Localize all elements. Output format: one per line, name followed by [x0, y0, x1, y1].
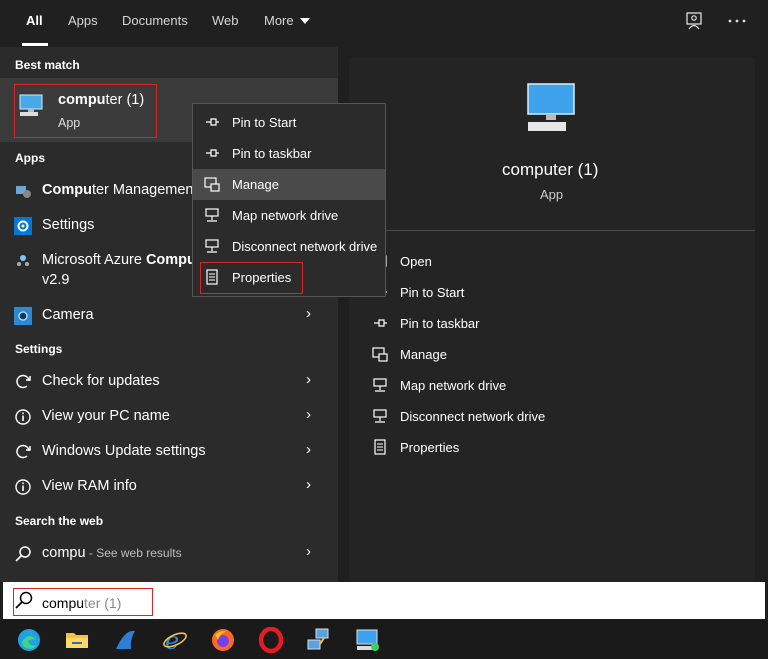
action-map-drive[interactable]: Map network drive	[400, 378, 506, 393]
refresh-icon	[16, 444, 31, 459]
internet-explorer-icon[interactable]: e	[162, 627, 188, 653]
network-drive-icon	[205, 208, 219, 222]
setting-view-ram[interactable]: View RAM info	[42, 478, 137, 494]
web-search-result[interactable]: compu - See web results	[42, 545, 182, 561]
tab-documents[interactable]: Documents	[122, 13, 188, 28]
properties-icon	[374, 439, 386, 455]
manage-icon	[204, 177, 220, 192]
pin-icon	[206, 149, 219, 157]
chevron-right-icon[interactable]: ›	[306, 476, 311, 493]
firefox-icon[interactable]	[210, 627, 236, 653]
chevron-right-icon[interactable]: ›	[306, 543, 311, 560]
more-options-icon[interactable]	[726, 10, 748, 32]
search-tabs-bar	[0, 0, 768, 47]
action-open[interactable]: Open	[400, 254, 432, 269]
chevron-right-icon[interactable]: ›	[306, 371, 311, 388]
action-disconnect-drive[interactable]: Disconnect network drive	[400, 409, 545, 424]
shark-app-icon[interactable]	[113, 627, 139, 653]
highlight-best-match	[14, 84, 157, 138]
tab-more[interactable]: More	[264, 13, 311, 28]
tab-more-label: More	[264, 13, 294, 28]
highlight-search	[13, 588, 153, 616]
search-icon	[15, 546, 31, 562]
action-manage[interactable]: Manage	[400, 347, 447, 362]
settings-gear-icon	[14, 217, 32, 235]
computer-app-icon[interactable]	[355, 627, 381, 653]
menu-pin-start[interactable]: Pin to Start	[232, 115, 296, 130]
computer-management-icon	[16, 186, 31, 198]
file-explorer-icon[interactable]	[64, 627, 90, 653]
chevron-right-icon[interactable]: ›	[306, 406, 311, 423]
menu-manage[interactable]: Manage	[232, 177, 279, 192]
context-menu-hover	[193, 169, 385, 200]
menu-disconnect-drive[interactable]: Disconnect network drive	[232, 239, 377, 254]
pin-icon	[206, 118, 219, 126]
azure-icon	[17, 255, 29, 266]
pin-icon	[374, 319, 387, 327]
settings-heading: Settings	[15, 342, 63, 356]
network-app-icon[interactable]	[306, 627, 332, 653]
best-match-heading: Best match	[15, 58, 80, 72]
info-icon	[15, 479, 31, 495]
tab-all[interactable]: All	[26, 13, 43, 28]
computer-monitor-icon	[527, 83, 575, 131]
app-azure[interactable]: Microsoft Azure Compu	[42, 252, 196, 268]
search-web-heading: Search the web	[15, 514, 104, 528]
preview-subtitle: App	[540, 187, 564, 202]
preview-divider	[349, 230, 755, 231]
app-computer-management[interactable]: Computer Management	[42, 182, 198, 198]
app-settings[interactable]: Settings	[42, 217, 94, 233]
network-drive-icon	[373, 409, 387, 423]
action-properties[interactable]: Properties	[400, 440, 459, 455]
action-pin-start[interactable]: Pin to Start	[400, 285, 464, 300]
opera-icon[interactable]	[258, 627, 284, 653]
highlight-properties	[200, 262, 303, 294]
menu-pin-taskbar[interactable]: Pin to taskbar	[232, 146, 312, 161]
menu-map-drive[interactable]: Map network drive	[232, 208, 338, 223]
apps-heading: Apps	[15, 151, 45, 165]
setting-check-updates[interactable]: Check for updates	[42, 373, 160, 389]
info-icon	[15, 409, 31, 425]
network-drive-icon	[205, 239, 219, 253]
app-azure-version: v2.9	[42, 272, 70, 288]
preview-title: computer (1)	[502, 160, 599, 179]
setting-windows-update[interactable]: Windows Update settings	[42, 443, 206, 459]
camera-icon	[14, 307, 32, 325]
tab-web[interactable]: Web	[212, 13, 239, 28]
active-tab-indicator	[22, 43, 48, 46]
network-drive-icon	[373, 378, 387, 392]
chevron-right-icon[interactable]: ›	[306, 441, 311, 458]
refresh-icon	[16, 374, 31, 389]
tab-apps[interactable]: Apps	[68, 13, 98, 28]
edge-icon[interactable]	[16, 627, 42, 653]
manage-icon	[372, 347, 388, 362]
app-camera[interactable]: Camera	[42, 307, 94, 323]
setting-view-pc-name[interactable]: View your PC name	[42, 408, 170, 424]
action-pin-taskbar[interactable]: Pin to taskbar	[400, 316, 480, 331]
feedback-icon[interactable]	[684, 10, 706, 32]
caret-down-icon	[300, 18, 311, 24]
chevron-right-icon[interactable]: ›	[306, 305, 311, 322]
